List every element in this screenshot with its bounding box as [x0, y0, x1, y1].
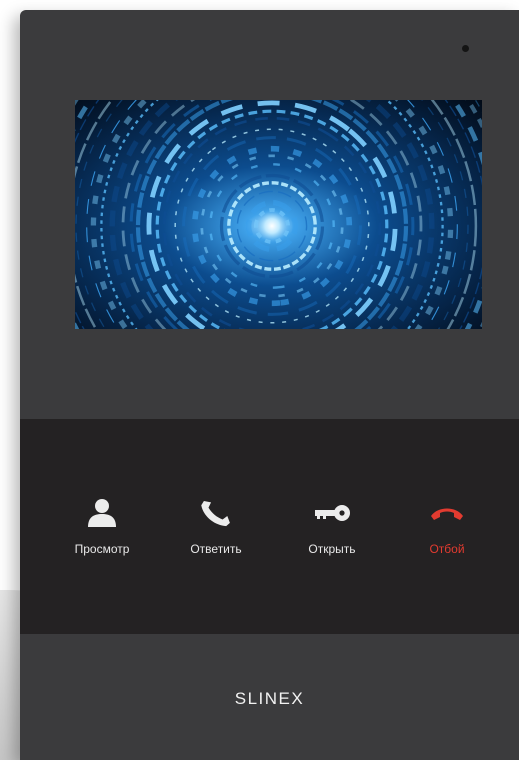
phone-hangup-icon: [427, 493, 467, 533]
display-screen: [75, 100, 482, 329]
answer-label: Ответить: [190, 542, 242, 556]
open-button[interactable]: Открыть: [282, 493, 382, 573]
intercom-monitor: Просмотр Ответить Открыть Отбой SLINEX: [20, 10, 519, 760]
answer-button[interactable]: Ответить: [166, 493, 266, 573]
hangup-button[interactable]: Отбой: [397, 493, 497, 573]
camera-dot: [462, 45, 469, 52]
hangup-label: Отбой: [429, 542, 465, 556]
view-label: Просмотр: [74, 542, 130, 556]
screen-wallpaper: [75, 100, 482, 329]
brand-logo: SLINEX: [234, 689, 305, 708]
open-label: Открыть: [308, 542, 356, 556]
view-button[interactable]: Просмотр: [52, 493, 152, 573]
control-panel: Просмотр Ответить Открыть Отбой: [20, 419, 519, 634]
key-icon: [312, 493, 352, 533]
user-icon: [82, 493, 122, 533]
phone-answer-icon: [196, 493, 236, 533]
